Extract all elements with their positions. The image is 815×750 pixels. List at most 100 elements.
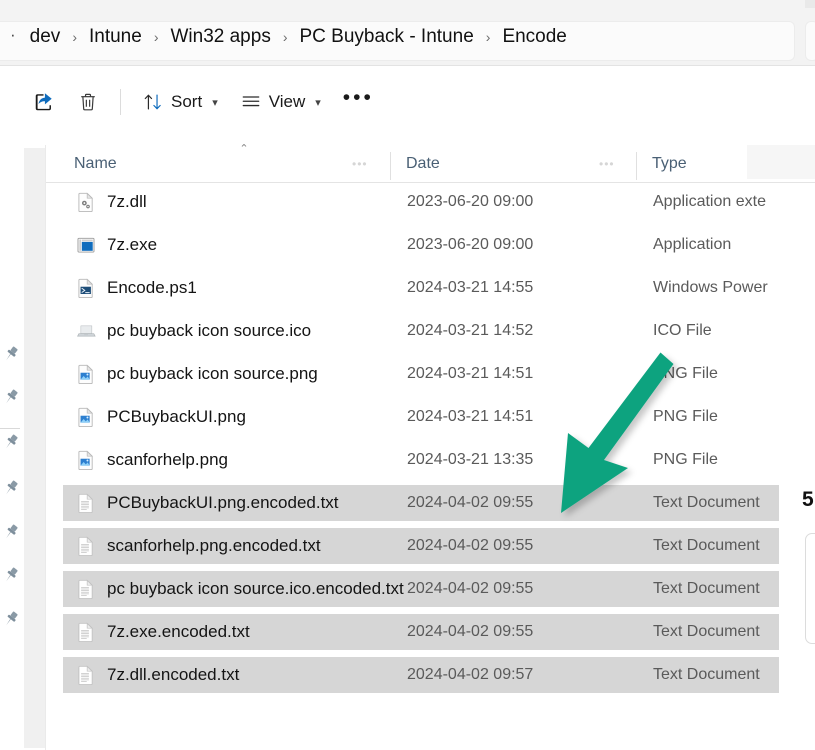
file-date-cell: 2024-03-21 14:52 bbox=[407, 322, 534, 339]
pin-icon[interactable] bbox=[1, 565, 21, 585]
window-top-strip bbox=[0, 0, 815, 8]
breadcrumb: · dev › Intune › Win32 apps › PC Buyback - Intu… bbox=[0, 8, 800, 66]
table-row[interactable]: pc buyback icon source.ico 2024-03-21 14:… bbox=[63, 313, 779, 349]
file-name-cell: pc buyback icon source.ico bbox=[76, 321, 311, 341]
file-type-cell: Application bbox=[653, 236, 732, 253]
file-name-label: 7z.dll.encoded.txt bbox=[107, 665, 240, 684]
window-top-strip-right bbox=[805, 0, 815, 8]
file-name-cell: 7z.exe.encoded.txt bbox=[76, 622, 250, 643]
file-date-cell: 2023-06-20 09:00 bbox=[407, 236, 534, 253]
breadcrumb-overflow-icon[interactable]: · bbox=[6, 26, 20, 45]
laptop-ico-icon bbox=[76, 321, 96, 341]
file-date-cell: 2024-04-02 09:57 bbox=[407, 666, 534, 683]
file-type-cell: PNG File bbox=[653, 365, 718, 382]
pin-icon[interactable] bbox=[1, 432, 21, 452]
breadcrumb-item-dev[interactable]: dev bbox=[20, 22, 71, 52]
image-file-icon bbox=[76, 450, 96, 471]
file-type-cell: Text Document bbox=[653, 623, 760, 640]
file-name-cell: scanforhelp.png bbox=[76, 450, 228, 471]
file-name-label: pc buyback icon source.ico bbox=[107, 321, 312, 340]
breadcrumb-separator[interactable]: › bbox=[152, 29, 161, 45]
view-label: View bbox=[268, 92, 306, 111]
file-name-label: PCBuybackUI.png.encoded.txt bbox=[107, 493, 339, 512]
breadcrumb-item-pc-buyback-intune[interactable]: PC Buyback - Intune bbox=[290, 22, 484, 52]
file-name-cell: 7z.dll bbox=[76, 192, 147, 213]
column-header-type-label: Type bbox=[652, 155, 687, 172]
file-name-cell: PCBuybackUI.png.encoded.txt bbox=[76, 493, 339, 514]
file-type-cell: Text Document bbox=[653, 494, 760, 511]
file-list-pane: ⌃ Name ••• Date ••• Type 7z.dll 2023-06-2… bbox=[46, 144, 815, 750]
table-row[interactable]: 7z.dll 2023-06-20 09:00 Application exte bbox=[63, 184, 779, 220]
table-row[interactable]: scanforhelp.png.encoded.txt 2024-04-02 09… bbox=[63, 528, 779, 564]
breadcrumb-item-intune[interactable]: Intune bbox=[79, 22, 152, 52]
file-name-label: Encode.ps1 bbox=[107, 278, 197, 297]
breadcrumb-item-win32-apps[interactable]: Win32 apps bbox=[160, 22, 280, 52]
sort-button[interactable]: Sort ▾ bbox=[131, 81, 229, 123]
pin-icon[interactable] bbox=[1, 478, 21, 498]
table-row[interactable]: scanforhelp.png 2024-03-21 13:35 PNG File bbox=[63, 442, 779, 478]
file-explorer-window: · dev › Intune › Win32 apps › PC Buyback - Intu… bbox=[0, 0, 815, 750]
column-header-name[interactable]: Name bbox=[72, 145, 382, 183]
file-date-cell: 2024-04-02 09:55 bbox=[407, 494, 534, 511]
table-row[interactable]: PCBuybackUI.png 2024-03-21 14:51 PNG File bbox=[63, 399, 779, 435]
table-row[interactable]: Encode.ps1 2024-03-21 14:55 Windows Power bbox=[63, 270, 779, 306]
pin-icon[interactable] bbox=[1, 522, 21, 542]
more-options-button[interactable]: ••• bbox=[332, 81, 385, 123]
file-type-cell: Windows Power bbox=[653, 279, 768, 296]
table-row[interactable]: pc buyback icon source.ico.encoded.txt 20… bbox=[63, 571, 779, 607]
delete-button[interactable] bbox=[66, 81, 110, 123]
table-row[interactable]: 7z.dll.encoded.txt 2024-04-02 09:57 Text D… bbox=[63, 657, 779, 693]
column-header-row: ⌃ Name ••• Date ••• Type bbox=[46, 144, 815, 183]
sort-arrows-icon bbox=[142, 91, 164, 113]
sort-label: Sort bbox=[171, 92, 203, 111]
table-row[interactable]: 7z.exe 2023-06-20 09:00 Application bbox=[63, 227, 779, 263]
text-file-icon bbox=[76, 493, 96, 514]
file-type-cell: PNG File bbox=[653, 408, 718, 425]
share-button[interactable] bbox=[22, 81, 66, 123]
file-name-cell: Encode.ps1 bbox=[76, 278, 197, 299]
view-button[interactable]: View ▾ bbox=[229, 81, 332, 123]
file-date-cell: 2023-06-20 09:00 bbox=[407, 193, 534, 210]
pin-icon[interactable] bbox=[1, 344, 21, 364]
file-name-label: scanforhelp.png bbox=[107, 450, 228, 469]
selected-count: 5 bbox=[802, 488, 814, 511]
navigation-rail bbox=[0, 145, 22, 750]
table-row[interactable]: 7z.exe.encoded.txt 2024-04-02 09:55 Text D… bbox=[63, 614, 779, 650]
image-file-icon bbox=[76, 407, 96, 428]
text-file-icon bbox=[76, 536, 96, 557]
table-row[interactable]: pc buyback icon source.png 2024-03-21 14:… bbox=[63, 356, 779, 392]
column-divider-1 bbox=[390, 152, 391, 180]
file-name-label: pc buyback icon source.png bbox=[107, 364, 318, 383]
header-right-fill bbox=[747, 145, 815, 179]
file-name-label: 7z.exe.encoded.txt bbox=[107, 622, 250, 641]
image-file-icon bbox=[76, 364, 96, 385]
file-date-cell: 2024-03-21 14:51 bbox=[407, 365, 534, 382]
file-name-cell: 7z.exe bbox=[76, 235, 157, 255]
share-icon bbox=[33, 91, 55, 113]
text-file-icon bbox=[76, 579, 96, 600]
table-row[interactable]: PCBuybackUI.png.encoded.txt 2024-04-02 09… bbox=[63, 485, 779, 521]
file-name-label: pc buyback icon source.ico.encoded.txt bbox=[107, 579, 404, 598]
pin-icon[interactable] bbox=[1, 387, 21, 407]
right-side-panel[interactable] bbox=[805, 533, 815, 644]
pin-icon[interactable] bbox=[1, 609, 21, 629]
exe-app-icon bbox=[76, 235, 96, 255]
file-name-cell: 7z.dll.encoded.txt bbox=[76, 665, 240, 686]
column-divider-2 bbox=[636, 152, 637, 180]
file-name-label: 7z.exe bbox=[107, 235, 158, 254]
breadcrumb-separator[interactable]: › bbox=[281, 29, 290, 45]
file-name-cell: scanforhelp.png.encoded.txt bbox=[76, 536, 321, 557]
vertical-scrollbar-track[interactable] bbox=[24, 148, 66, 748]
breadcrumb-separator[interactable]: › bbox=[70, 29, 79, 45]
column-resize-dots-name: ••• bbox=[352, 157, 368, 171]
breadcrumb-separator[interactable]: › bbox=[484, 29, 493, 45]
file-name-cell: PCBuybackUI.png bbox=[76, 407, 246, 428]
address-bar-adjacent-box[interactable] bbox=[805, 21, 815, 61]
file-date-cell: 2024-03-21 14:51 bbox=[407, 408, 534, 425]
file-name-cell: pc buyback icon source.png bbox=[76, 364, 318, 385]
breadcrumb-item-encode[interactable]: Encode bbox=[492, 22, 576, 52]
file-type-cell: Application exte bbox=[653, 193, 766, 210]
file-date-cell: 2024-03-21 14:55 bbox=[407, 279, 534, 296]
file-name-label: scanforhelp.png.encoded.txt bbox=[107, 536, 321, 555]
rail-divider bbox=[0, 428, 20, 429]
